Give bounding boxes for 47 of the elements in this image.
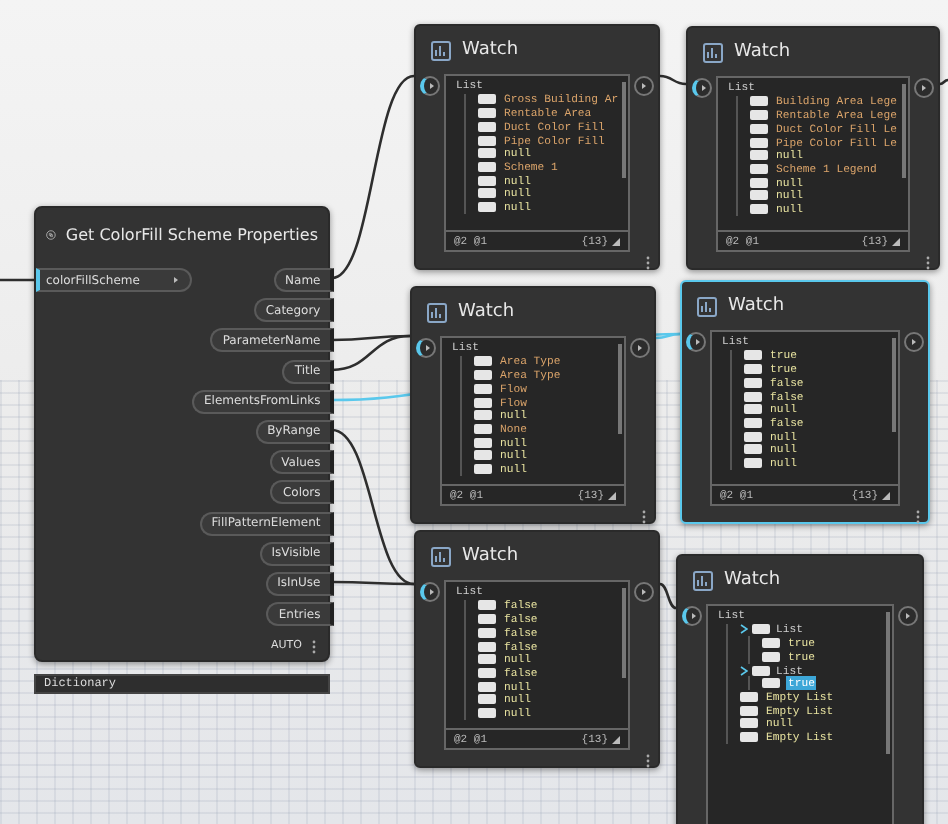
watch-icon [430,39,452,61]
output-port[interactable] [904,332,924,352]
watch-icon [692,569,714,591]
arrow-icon [920,84,928,92]
node-title: Watch [724,570,781,590]
node-title: Watch [458,302,515,322]
resize-grip-icon[interactable] [892,237,900,245]
resize-grip-icon[interactable] [882,491,890,499]
wire [659,582,677,610]
wire [659,74,687,86]
resize-grip-icon[interactable] [612,237,620,245]
node-title: Get ColorFill Scheme Properties [65,226,318,244]
arrow-icon [693,338,701,346]
wire [0,278,34,282]
output-port[interactable] [914,78,934,98]
output-port[interactable] [634,582,654,602]
arrow-icon [699,84,707,92]
input-port[interactable] [682,606,702,626]
arrow-icon [640,588,648,596]
arrow-icon [689,612,697,620]
input-port[interactable] [686,332,706,352]
output-port[interactable] [630,338,650,358]
output-port[interactable] [898,606,918,626]
watch-icon [430,545,452,567]
arrow-icon [427,82,435,90]
output-port[interactable] [634,76,654,96]
wire [939,78,948,86]
arrow-icon [904,612,912,620]
arrow-icon [423,344,431,352]
node-title: Watch [462,546,519,566]
arrow-icon [640,82,648,90]
node-title: Watch [734,42,791,62]
watch-icon [702,41,724,63]
resize-grip-icon[interactable] [608,491,616,499]
input-port[interactable] [416,338,436,358]
node-title: Watch [728,296,785,316]
arrow-icon [172,276,180,284]
watch-icon [696,295,718,317]
resize-grip-icon[interactable] [612,735,620,743]
input-port[interactable] [420,582,440,602]
node-title: Watch [462,40,519,60]
arrow-icon [427,588,435,596]
input-port[interactable] [692,78,712,98]
watch-icon [426,301,448,323]
input-port[interactable] [420,76,440,96]
arrow-icon [636,344,644,352]
arrow-icon [910,338,918,346]
